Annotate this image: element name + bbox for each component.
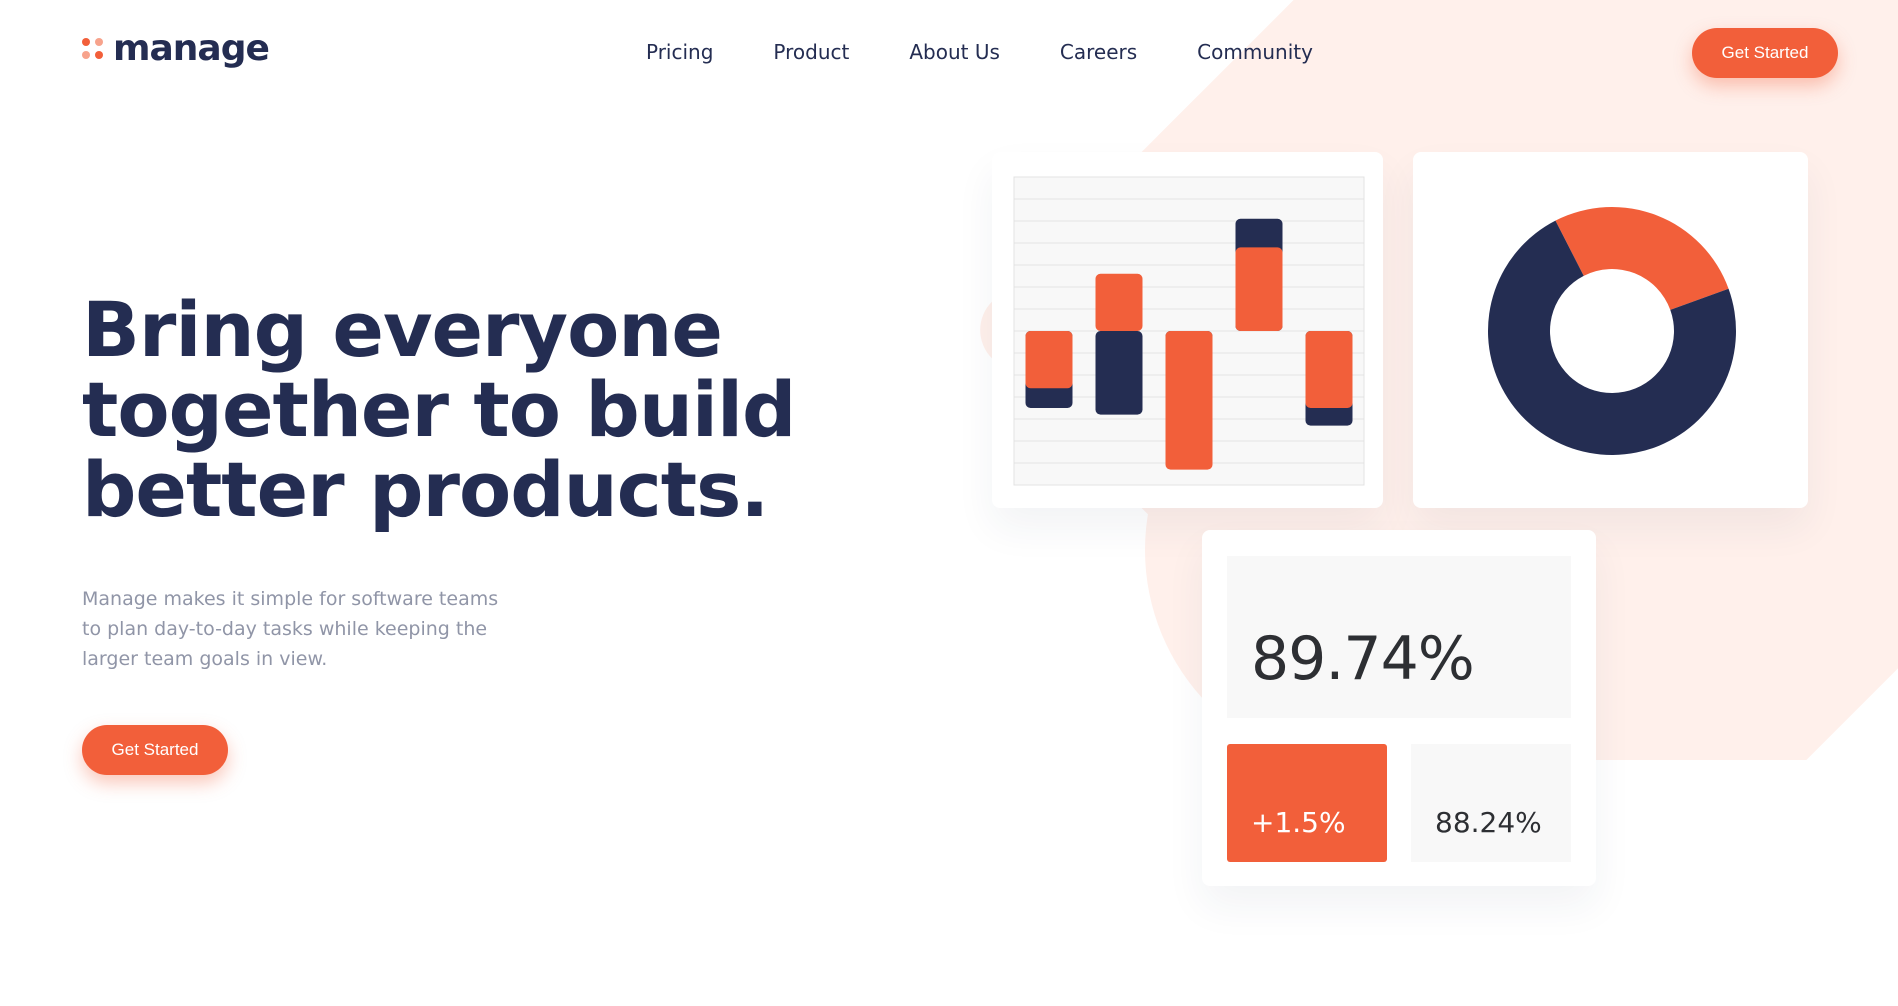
stat-secondary-value: 88.24% xyxy=(1435,806,1542,839)
main-nav: Pricing Product About Us Careers Communi… xyxy=(646,40,1373,64)
bar-series-2-1 xyxy=(1025,331,1073,389)
stat-main-panel: 89.74% xyxy=(1227,556,1571,718)
nav-item-community[interactable]: Community xyxy=(1197,40,1313,64)
bar-chart xyxy=(1013,176,1365,486)
donut-slice-1 xyxy=(1555,207,1729,310)
hero-title-line-1: Bring everyone xyxy=(82,285,723,374)
site-header: manage Pricing Product About Us Careers … xyxy=(0,0,1898,110)
hero-description: Manage makes it simple for software team… xyxy=(82,588,499,670)
bar-series-2-4 xyxy=(1235,247,1283,331)
brand-logo[interactable]: manage xyxy=(82,28,270,69)
nav-item-careers[interactable]: Careers xyxy=(1060,40,1137,64)
hero-get-started-button[interactable]: Get Started xyxy=(82,725,228,775)
bar-series-1-2 xyxy=(1095,331,1143,415)
donut-chart xyxy=(1488,207,1736,455)
hero-title-line-3: better products. xyxy=(82,445,769,534)
stat-change-value: +1.5% xyxy=(1251,806,1346,839)
stat-secondary-panel: 88.24% xyxy=(1411,744,1571,862)
hero-title: Bring everyone together to build better … xyxy=(82,290,802,530)
stat-change-panel: +1.5% xyxy=(1227,744,1387,862)
nav-item-product[interactable]: Product xyxy=(773,40,849,64)
bar-series-2-3 xyxy=(1165,331,1213,470)
hero-title-line-2: together to build xyxy=(82,365,796,454)
nav-item-about-us[interactable]: About Us xyxy=(909,40,1000,64)
logo-dots-icon xyxy=(82,38,103,59)
bar-series-2-5 xyxy=(1305,331,1353,408)
stat-main-value: 89.74% xyxy=(1251,624,1475,694)
nav-item-pricing[interactable]: Pricing xyxy=(646,40,713,64)
bar-series-2-2 xyxy=(1095,273,1143,331)
brand-name: manage xyxy=(113,28,270,69)
header-get-started-button[interactable]: Get Started xyxy=(1692,28,1838,78)
